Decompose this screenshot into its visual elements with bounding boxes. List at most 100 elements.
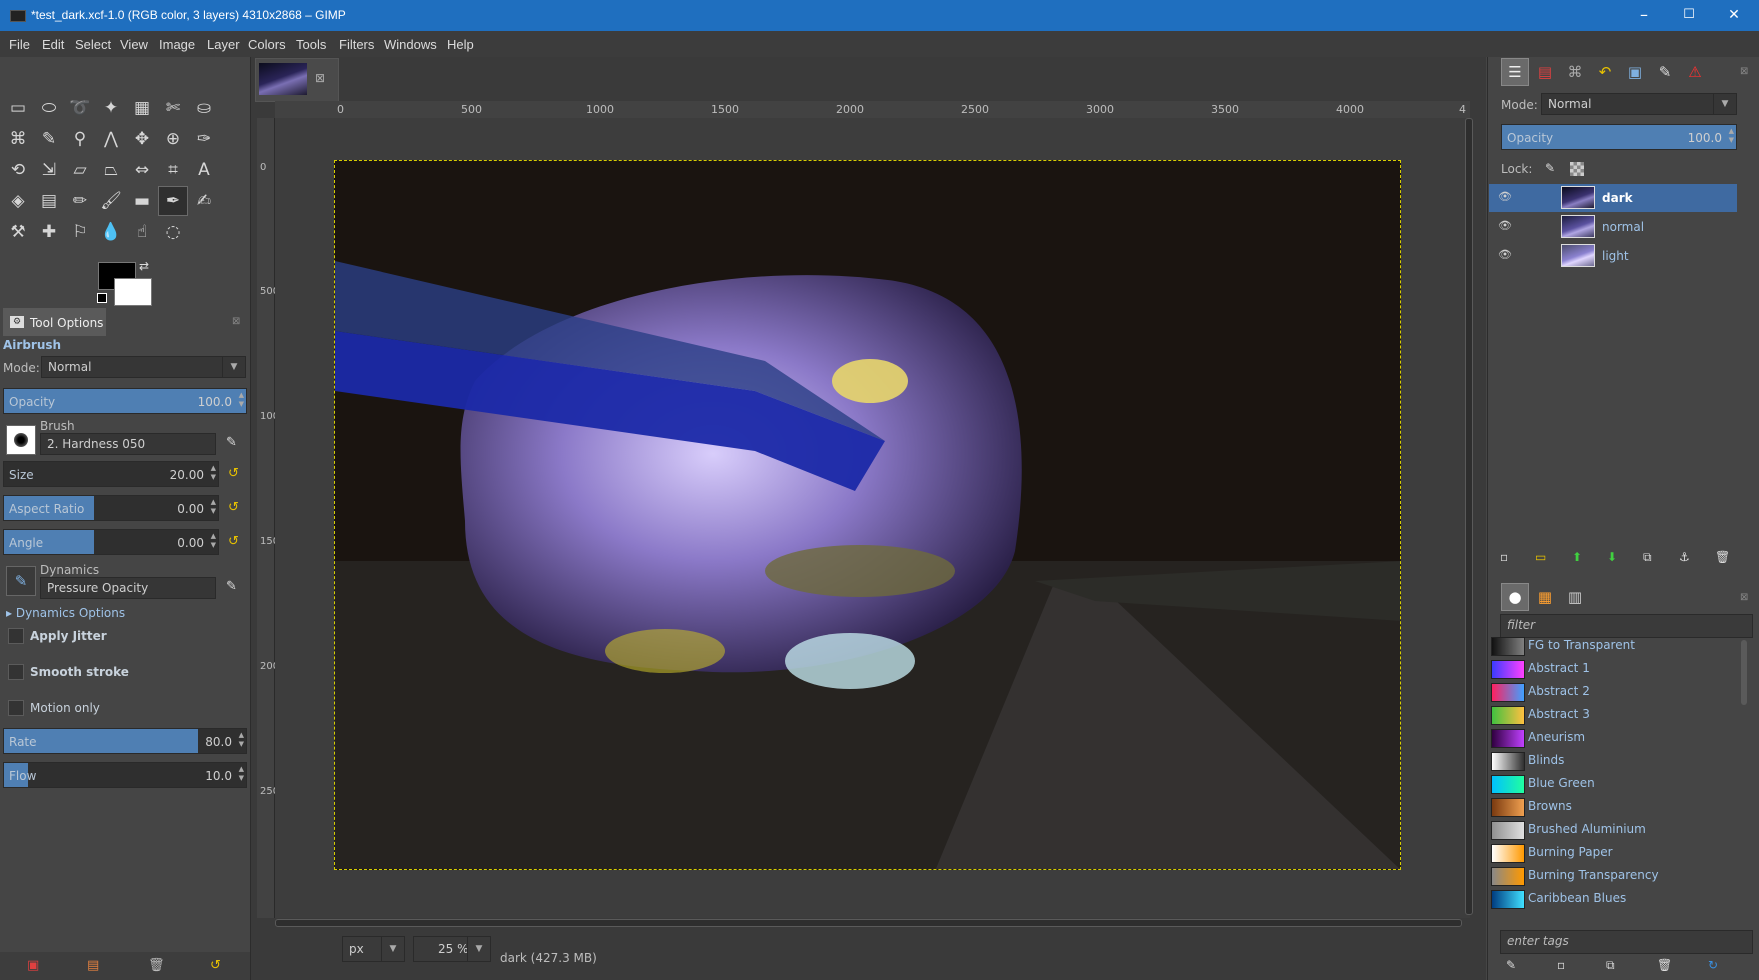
tab-paths[interactable]: ⌘ xyxy=(1561,58,1589,86)
free-select-tool[interactable]: ➰ xyxy=(65,93,95,123)
smooth-stroke-checkbox[interactable] xyxy=(8,664,24,680)
dynamics-icon[interactable]: ✎ xyxy=(6,566,36,596)
spin-arrows-icon[interactable]: ▲ ▼ xyxy=(211,498,216,516)
dynamics-options-expander[interactable]: ▸ Dynamics Options xyxy=(6,606,125,620)
select-by-color-tool[interactable]: ▦ xyxy=(127,93,157,123)
visibility-eye-icon[interactable]: 👁 xyxy=(1498,249,1514,260)
maximize-button[interactable]: ☐ xyxy=(1669,4,1709,26)
delete-gradient-icon[interactable]: 🗑 xyxy=(1657,958,1672,972)
paths-tool[interactable]: ⌘ xyxy=(3,124,33,154)
bucket-fill-tool[interactable]: ◈ xyxy=(3,186,33,216)
clone-tool[interactable]: ⚒ xyxy=(3,217,33,247)
gradient-item[interactable]: Brushed Aluminium xyxy=(1489,818,1729,841)
dodge-tool[interactable]: ◌ xyxy=(158,217,188,247)
spin-arrows-icon[interactable]: ▲ ▼ xyxy=(211,532,216,550)
fuzzy-select-tool[interactable]: ✦ xyxy=(96,93,126,123)
flip-tool[interactable]: ⇔ xyxy=(127,155,157,185)
image-canvas[interactable] xyxy=(334,160,1401,870)
flow-slider[interactable]: Flow 10.0 ▲ ▼ xyxy=(3,762,247,788)
new-layer-group-icon[interactable]: ▭ xyxy=(1535,550,1546,564)
swap-colors-icon[interactable]: ⇄ xyxy=(139,259,149,273)
dynamics-field[interactable]: Pressure Opacity xyxy=(40,577,216,599)
aspect-ratio-slider[interactable]: Aspect Ratio 0.00 ▲ ▼ xyxy=(3,495,219,521)
cage-tool[interactable]: ⌗ xyxy=(158,155,188,185)
tab-patterns[interactable]: ▦ xyxy=(1531,583,1559,611)
reset-size-icon[interactable]: ↺ xyxy=(228,466,242,481)
menu-colors[interactable]: Colors xyxy=(248,37,286,52)
menu-filters[interactable]: Filters xyxy=(339,37,374,52)
menu-help[interactable]: Help xyxy=(447,37,474,52)
close-image-icon[interactable]: ⊠ xyxy=(315,71,325,85)
text-tool[interactable]: A xyxy=(189,155,219,185)
reset-angle-icon[interactable]: ↺ xyxy=(228,534,242,549)
scale-tool[interactable]: ⇲ xyxy=(34,155,64,185)
angle-slider[interactable]: Angle 0.00 ▲ ▼ xyxy=(3,529,219,555)
menu-layer[interactable]: Layer xyxy=(207,37,240,52)
menu-windows[interactable]: Windows xyxy=(384,37,437,52)
new-gradient-icon[interactable]: ▫ xyxy=(1557,958,1565,972)
edit-dynamics-icon[interactable]: ✎ xyxy=(226,579,240,594)
apply-jitter-checkbox[interactable] xyxy=(8,628,24,644)
tab-layers[interactable]: ☰ xyxy=(1501,58,1529,86)
delete-options-icon[interactable]: 🗑 xyxy=(148,958,165,973)
tab-images[interactable]: ▣ xyxy=(1621,58,1649,86)
perspective-clone-tool[interactable]: ⚐ xyxy=(65,217,95,247)
heal-tool[interactable]: ✚ xyxy=(34,217,64,247)
reset-options-icon[interactable]: ↺ xyxy=(210,958,221,973)
smudge-tool[interactable]: ☝ xyxy=(127,217,157,247)
dock-menu-icon[interactable]: ⊠ xyxy=(1740,592,1748,603)
layer-row[interactable]: 👁 light xyxy=(1489,242,1737,270)
menu-image[interactable]: Image xyxy=(159,37,195,52)
lock-pixels-icon[interactable]: ✎ xyxy=(1545,161,1555,175)
restore-options-icon[interactable]: ▤ xyxy=(87,958,99,973)
refresh-gradients-icon[interactable]: ↻ xyxy=(1708,958,1718,972)
tab-channels[interactable]: ▤ xyxy=(1531,58,1559,86)
opacity-slider[interactable]: Opacity 100.0 ▲ ▼ xyxy=(3,388,247,414)
airbrush-tool[interactable]: ✒ xyxy=(158,186,188,216)
lower-layer-icon[interactable]: ⬇ xyxy=(1607,550,1617,564)
save-options-icon[interactable]: ▣ xyxy=(27,958,39,973)
spin-arrows-icon[interactable]: ▲ ▼ xyxy=(1729,127,1734,145)
menu-select[interactable]: Select xyxy=(75,37,111,52)
close-button[interactable]: ✕ xyxy=(1714,4,1754,26)
lock-alpha-icon[interactable] xyxy=(1570,162,1584,176)
reset-aspect-icon[interactable]: ↺ xyxy=(228,500,242,515)
layer-row[interactable]: 👁 dark xyxy=(1489,184,1737,212)
gradient-list-scrollbar[interactable] xyxy=(1741,640,1747,705)
tab-gradients[interactable]: ▥ xyxy=(1561,583,1589,611)
gradient-item[interactable]: Abstract 1 xyxy=(1489,657,1729,680)
tab-tool-options[interactable]: ⚙ Tool Options xyxy=(3,308,106,336)
gradient-item[interactable]: Blinds xyxy=(1489,749,1729,772)
zoom-combo[interactable]: 25 % ▼ xyxy=(413,936,491,962)
measure-tool[interactable]: ⋀ xyxy=(96,124,126,154)
layer-mode-combo[interactable]: Normal ▼ xyxy=(1541,93,1737,115)
gradient-item[interactable]: Abstract 3 xyxy=(1489,703,1729,726)
tab-brushes[interactable]: ✎ xyxy=(1651,58,1679,86)
gradient-item[interactable]: Burning Paper xyxy=(1489,841,1729,864)
tags-input[interactable]: enter tags xyxy=(1500,930,1753,954)
dock-close-icon[interactable]: ⊠ xyxy=(232,316,240,327)
gradient-item[interactable]: Blue Green xyxy=(1489,772,1729,795)
layer-row[interactable]: 👁 normal xyxy=(1489,213,1737,241)
gradient-item[interactable]: FG to Transparent xyxy=(1489,634,1729,657)
blend-tool[interactable]: ▤ xyxy=(34,186,64,216)
mode-combo[interactable]: Normal ▼ xyxy=(41,356,246,378)
pencil-tool[interactable]: ✏ xyxy=(65,186,95,216)
horizontal-scrollbar[interactable] xyxy=(275,918,1470,927)
paintbrush-tool[interactable]: 🖌 xyxy=(96,186,126,216)
gradient-item[interactable]: Browns xyxy=(1489,795,1729,818)
duplicate-gradient-icon[interactable]: ⧉ xyxy=(1606,958,1615,973)
background-color-swatch[interactable] xyxy=(114,278,152,306)
crop-tool[interactable]: ✑ xyxy=(189,124,219,154)
tab-dashboard[interactable]: ⚠ xyxy=(1681,58,1709,86)
visibility-eye-icon[interactable]: 👁 xyxy=(1498,220,1514,231)
anchor-layer-icon[interactable]: ⚓ xyxy=(1679,550,1690,564)
gradient-item[interactable]: Aneurism xyxy=(1489,726,1729,749)
brush-preview[interactable] xyxy=(6,425,36,455)
minimize-button[interactable]: – xyxy=(1624,4,1664,26)
zoom-tool[interactable]: ⚲ xyxy=(65,124,95,154)
delete-layer-icon[interactable]: 🗑 xyxy=(1715,550,1730,564)
image-tab[interactable]: ⊠ xyxy=(255,58,339,102)
rate-slider[interactable]: Rate 80.0 ▲ ▼ xyxy=(3,728,247,754)
horizontal-scrollbar-thumb[interactable] xyxy=(275,919,1462,927)
